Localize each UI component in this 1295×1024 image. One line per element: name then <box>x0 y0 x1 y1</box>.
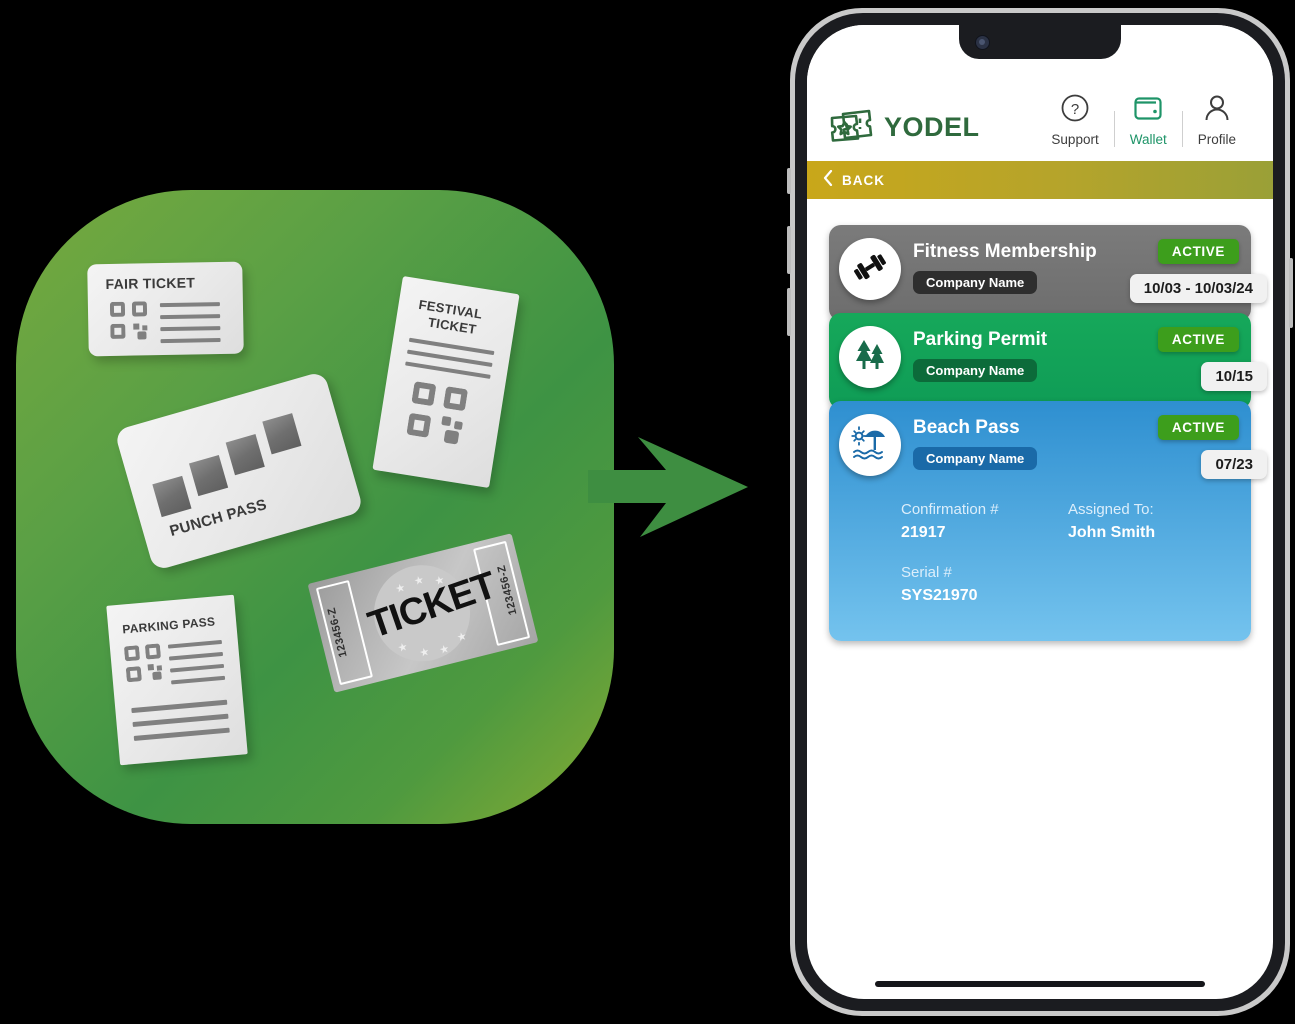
svg-text:?: ? <box>1071 101 1079 118</box>
punch-hole <box>152 475 192 518</box>
back-bar[interactable]: BACK <box>807 161 1273 199</box>
avatar <box>839 238 901 300</box>
brand-name: YODEL <box>884 112 980 142</box>
detail-line <box>132 713 229 728</box>
pass-list: Fitness Membership Company Name ACTIVE 1… <box>807 199 1273 999</box>
brand-logo[interactable]: YODEL <box>829 108 980 147</box>
company-chip: Company Name <box>913 359 1038 382</box>
power-button[interactable] <box>1289 258 1293 328</box>
wallet-icon <box>1132 93 1164 128</box>
punch-hole <box>262 413 302 455</box>
fair-ticket-graphic: FAIR TICKET <box>87 261 244 357</box>
detail-spacer <box>1068 564 1235 605</box>
assigned-to-value: John Smith <box>1068 524 1156 541</box>
detail-line <box>167 639 223 649</box>
detail-line <box>160 326 221 332</box>
detail-line <box>160 314 221 320</box>
pass-details: Confirmation # 21917 Assigned To: John S… <box>901 501 1235 627</box>
header-actions: ? Support Wallet Profile <box>1036 93 1251 147</box>
serial-value: SYS21970 <box>901 587 978 604</box>
parking-pass-label: PARKING PASS <box>121 614 216 637</box>
detail-serial: Serial # SYS21970 <box>901 564 1068 605</box>
volume-up-button[interactable] <box>787 226 791 274</box>
date-badge: 10/03 - 10/03/24 <box>1129 274 1267 303</box>
volume-down-button[interactable] <box>787 288 791 336</box>
confirmation-label: Confirmation # <box>901 501 999 518</box>
date-badge: 07/23 <box>1201 450 1267 479</box>
tickets-illustration: FAIR TICKET PUNCH PASS FESTIVAL TICKET P… <box>0 0 748 1024</box>
header-item-wallet[interactable]: Wallet <box>1115 93 1182 147</box>
company-chip: Company Name <box>913 447 1038 470</box>
phone-bezel: YODEL ? Support Wallet Profile BACK Fitn… <box>795 13 1285 1011</box>
pass-title: Parking Permit <box>913 329 1048 350</box>
detail-line <box>160 338 221 344</box>
question-circle-icon: ? <box>1060 93 1090 128</box>
detail-confirmation: Confirmation # 21917 <box>901 501 1068 542</box>
avatar <box>839 414 901 476</box>
assigned-to-label: Assigned To: <box>1068 501 1154 518</box>
detail-row: Serial # SYS21970 <box>901 564 1235 605</box>
detail-line <box>168 651 224 661</box>
beach-umbrella-icon <box>849 422 891 469</box>
front-camera-icon <box>975 35 990 50</box>
detail-row: Confirmation # 21917 Assigned To: John S… <box>901 501 1235 542</box>
status-badge: ACTIVE <box>1157 239 1239 264</box>
tickets-star-icon <box>829 108 875 147</box>
parking-pass-graphic: PARKING PASS <box>106 594 248 766</box>
detail-line <box>159 302 220 308</box>
header-item-support-label: Support <box>1051 132 1099 147</box>
header-item-profile-label: Profile <box>1197 132 1236 147</box>
pass-title: Beach Pass <box>913 417 1020 438</box>
back-label: BACK <box>842 172 885 188</box>
header-item-support[interactable]: ? Support <box>1036 93 1113 147</box>
fair-ticket-label: FAIR TICKET <box>105 274 196 293</box>
pass-card-fitness-membership[interactable]: Fitness Membership Company Name ACTIVE 1… <box>829 225 1267 321</box>
avatar <box>839 326 901 388</box>
right-arrow-icon <box>588 425 758 550</box>
date-badge: 10/15 <box>1201 362 1267 391</box>
phone-notch <box>959 25 1121 59</box>
pass-title: Fitness Membership <box>913 241 1097 262</box>
punch-hole <box>188 454 229 497</box>
detail-line <box>133 727 230 741</box>
serial-label: Serial # <box>901 564 952 581</box>
status-badge: ACTIVE <box>1157 327 1239 352</box>
pass-card-beach-pass[interactable]: Beach Pass Company Name ACTIVE 07/23 Con… <box>829 401 1267 641</box>
person-icon <box>1202 93 1232 128</box>
header-item-wallet-label: Wallet <box>1129 132 1167 147</box>
phone-screen: YODEL ? Support Wallet Profile BACK Fitn… <box>807 25 1273 999</box>
silent-switch[interactable] <box>787 168 791 194</box>
pass-card-parking-permit[interactable]: Parking Permit Company Name ACTIVE 10/15 <box>829 313 1267 409</box>
home-indicator[interactable] <box>875 981 1205 987</box>
detail-line <box>131 699 228 714</box>
company-chip: Company Name <box>913 271 1038 294</box>
detail-line <box>169 663 225 673</box>
detail-line <box>171 675 226 685</box>
chevron-left-icon <box>823 169 833 191</box>
detail-assigned-to: Assigned To: John Smith <box>1068 501 1235 542</box>
confirmation-value: 21917 <box>901 524 946 541</box>
trees-icon <box>850 335 890 380</box>
dumbbell-icon <box>850 247 890 292</box>
status-badge: ACTIVE <box>1157 415 1239 440</box>
header-item-profile[interactable]: Profile <box>1183 93 1251 147</box>
punch-hole <box>225 434 265 476</box>
phone-mockup: YODEL ? Support Wallet Profile BACK Fitn… <box>787 8 1293 1016</box>
